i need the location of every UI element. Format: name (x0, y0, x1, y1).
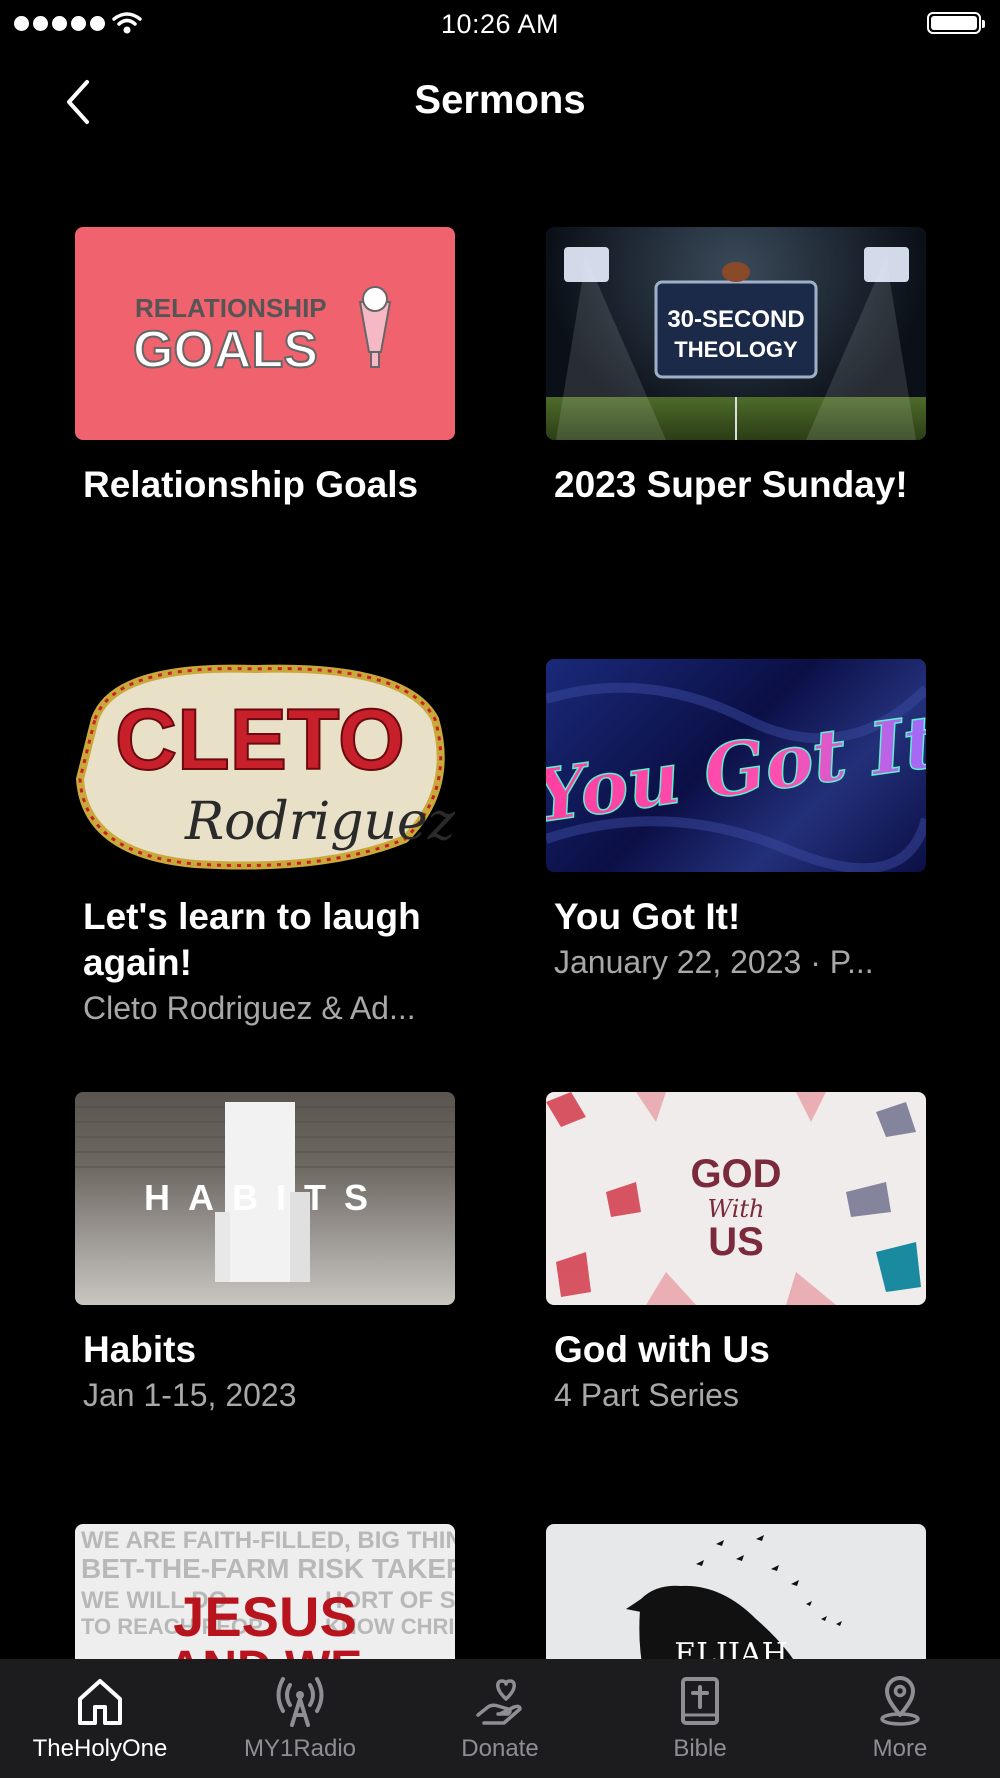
svg-text:Rodriguez: Rodriguez (184, 792, 455, 852)
tab-donate[interactable]: Donate (400, 1659, 600, 1778)
tab-bar: TheHolyOne MY1Radio Donate Bible More (0, 1659, 1000, 1778)
sermon-thumbnail: GOD With US (546, 1092, 926, 1305)
svg-text:HABITS: HABITS (144, 1177, 386, 1218)
location-pin-icon (880, 1676, 920, 1726)
donate-hand-heart-icon (476, 1679, 522, 1725)
sermon-card-cleto-rodriguez[interactable]: CLETO Rodriguez Let's learn to laugh aga… (75, 659, 455, 1028)
page-title: Sermons (414, 78, 586, 122)
tab-my1radio[interactable]: MY1Radio (200, 1659, 400, 1778)
sermon-subtitle: Cleto Rodriguez & Ad... (83, 990, 416, 1026)
tab-label: More (872, 1735, 928, 1762)
tab-label: Donate (461, 1735, 539, 1762)
svg-text:CLETO: CLETO (115, 692, 405, 788)
radio-tower-icon (276, 1677, 324, 1727)
sermon-title: Relationship Goals (83, 464, 419, 505)
svg-text:THEOLOGY: THEOLOGY (674, 337, 798, 362)
sermon-thumbnail: You Got It (546, 659, 926, 872)
tab-theholyone[interactable]: TheHolyOne (0, 1659, 200, 1778)
svg-text:WE ARE FAITH-FILLED, BIG THINK: WE ARE FAITH-FILLED, BIG THINKING, (81, 1527, 455, 1554)
svg-text:GOALS: GOALS (133, 321, 318, 379)
sermon-subtitle: January 22, 2023 · P... (554, 944, 874, 980)
sermon-card-you-got-it[interactable]: You Got It You Got It! January 22, 2023 … (546, 659, 926, 982)
bible-icon (681, 1677, 719, 1725)
svg-text:US: US (708, 1220, 764, 1264)
sermon-title: Habits (83, 1329, 197, 1370)
sermon-thumbnail: HABITS (75, 1092, 455, 1305)
svg-text:RELATIONSHIP: RELATIONSHIP (135, 293, 327, 323)
sermon-subtitle: Jan 1-15, 2023 (83, 1377, 297, 1413)
sermon-card-god-with-us[interactable]: GOD With US God with Us 4 Part Series (546, 1092, 926, 1415)
svg-text:GOD: GOD (690, 1152, 781, 1196)
sermon-card-habits[interactable]: HABITS Habits Jan 1-15, 2023 (75, 1092, 455, 1415)
tab-label: TheHolyOne (32, 1735, 168, 1762)
sermon-subtitle: 4 Part Series (554, 1377, 739, 1413)
sermon-card-relationship-goals[interactable]: RELATIONSHIP GOALS Relationship Goals (75, 227, 455, 508)
tab-label: Bible (673, 1735, 727, 1762)
svg-text:BET-THE-FARM RISK TAKERS.: BET-THE-FARM RISK TAKERS. (81, 1553, 455, 1584)
sermon-title: Let's learn to laugh again! (83, 896, 421, 983)
sermon-title: 2023 Super Sunday! (554, 464, 908, 505)
tab-more[interactable]: More (800, 1659, 1000, 1778)
status-time: 10:26 AM (440, 9, 560, 39)
tab-label: MY1Radio (243, 1735, 357, 1762)
svg-text:30-SECOND: 30-SECOND (667, 306, 804, 333)
sermon-title: You Got It! (554, 896, 741, 937)
sermon-card-super-sunday[interactable]: 30-SECOND THEOLOGY 2023 Super Sunday! (546, 227, 926, 508)
tab-bible[interactable]: Bible (600, 1659, 800, 1778)
sermon-thumbnail: 30-SECOND THEOLOGY (546, 227, 926, 440)
svg-text:JESUS: JESUS (173, 1585, 357, 1648)
status-bar: 10:26 AM (0, 0, 1000, 50)
sermon-title: God with Us (554, 1329, 770, 1370)
svg-text:With: With (707, 1195, 764, 1223)
battery-icon (927, 12, 985, 34)
sermon-thumbnail: RELATIONSHIP GOALS (75, 227, 455, 440)
sermon-thumbnail: CLETO Rodriguez (75, 659, 455, 872)
home-icon (78, 1679, 122, 1725)
